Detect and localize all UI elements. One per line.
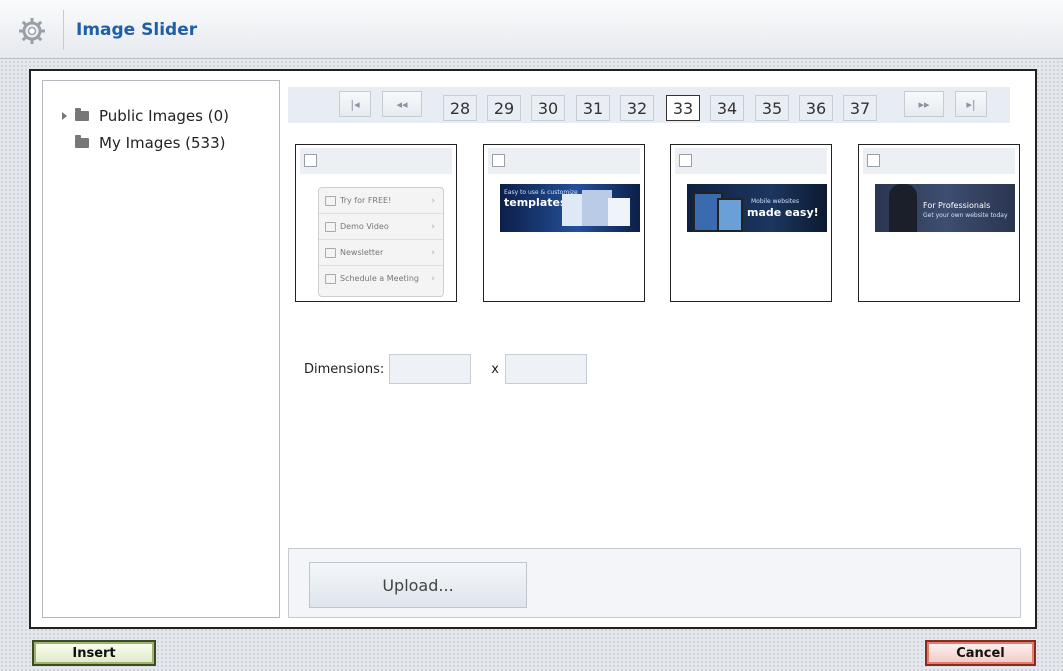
pagination-bar: |◂ ◂◂ 28 29 30 31 32 33 34 35 36 37 ▸▸ ▸… — [288, 87, 1010, 123]
image-thumbnail[interactable]: Try for FREE! › Demo Video › Newsletter › S… — [295, 144, 457, 302]
page-32-button[interactable]: 32 — [620, 95, 654, 121]
phone-graphic — [717, 198, 743, 232]
select-checkbox[interactable] — [679, 154, 692, 167]
first-page-button[interactable]: |◂ — [339, 91, 371, 117]
page-37-button[interactable]: 37 — [843, 95, 877, 121]
thumbnail-header — [675, 148, 827, 174]
window-title: Image Slider — [76, 20, 198, 40]
video-icon — [325, 221, 336, 232]
title-bar: Image Slider — [0, 0, 1063, 59]
gear-icon — [19, 18, 45, 44]
thumbnail-text: For Professionals — [923, 201, 991, 210]
title-separator — [63, 10, 64, 50]
width-input[interactable] — [389, 354, 472, 384]
upload-area: Upload... — [288, 548, 1021, 618]
thumbnail-image: For Professionals Get your own website t… — [875, 184, 1015, 232]
thumbnail-text: Newsletter — [340, 248, 384, 257]
image-thumbnail[interactable]: Mobile websites made easy! — [670, 144, 832, 302]
expand-arrow-icon[interactable] — [62, 112, 67, 120]
folder-icon — [75, 135, 89, 148]
thumbnail-text: Get your own website today — [923, 212, 1008, 219]
next-page-button[interactable]: ▸▸ — [904, 91, 944, 117]
last-page-button[interactable]: ▸| — [955, 91, 987, 117]
thumbnail-text: Try for FREE! — [340, 196, 392, 205]
thumbnail-text: Demo Video — [340, 222, 389, 231]
tree-item-public-images[interactable]: Public Images (0) — [62, 106, 229, 126]
calendar-icon — [325, 273, 336, 284]
dimensions-row: Dimensions: x — [304, 354, 587, 384]
thumbnail-image: Mobile websites made easy! — [687, 184, 827, 232]
height-input[interactable] — [504, 354, 587, 384]
star-icon — [325, 195, 336, 206]
tree-item-label: Public Images (0) — [99, 107, 229, 125]
tree-item-my-images[interactable]: My Images (533) — [75, 133, 225, 153]
page-35-button[interactable]: 35 — [755, 95, 789, 121]
page-34-button[interactable]: 34 — [710, 95, 744, 121]
select-checkbox[interactable] — [304, 154, 317, 167]
folder-tree-panel: Public Images (0) My Images (533) — [42, 80, 280, 618]
page-29-button[interactable]: 29 — [487, 95, 521, 121]
cancel-button[interactable]: Cancel — [925, 640, 1036, 666]
thumbnail-header — [863, 148, 1015, 174]
dimensions-separator: x — [491, 361, 499, 377]
image-slider-dialog: Public Images (0) My Images (533) |◂ ◂◂ … — [29, 69, 1037, 629]
image-thumbnail[interactable]: For Professionals Get your own website t… — [858, 144, 1020, 302]
mail-icon — [325, 247, 336, 258]
previous-page-button[interactable]: ◂◂ — [382, 91, 422, 117]
thumbnail-image: Easy to use & customize templates! — [500, 184, 640, 232]
page-30-button[interactable]: 30 — [531, 95, 565, 121]
page-33-button-current[interactable]: 33 — [666, 95, 700, 121]
select-checkbox[interactable] — [492, 154, 505, 167]
page-31-button[interactable]: 31 — [576, 95, 610, 121]
thumbnail-image: Try for FREE! › Demo Video › Newsletter › S… — [318, 187, 444, 297]
template-preview-graphic — [608, 198, 630, 226]
thumbnail-text: made easy! — [747, 206, 819, 219]
image-thumbnail[interactable]: Easy to use & customize templates! — [483, 144, 645, 302]
page-28-button[interactable]: 28 — [443, 95, 477, 121]
insert-button[interactable]: Insert — [32, 640, 156, 666]
page-36-button[interactable]: 36 — [799, 95, 833, 121]
thumbnail-text: Schedule a Meeting — [340, 274, 420, 283]
thumbnail-text: Mobile websites — [751, 198, 799, 205]
tree-item-label: My Images (533) — [99, 134, 226, 152]
dimensions-label: Dimensions: — [304, 361, 385, 377]
upload-button[interactable]: Upload... — [309, 562, 527, 608]
thumbnail-header — [488, 148, 640, 174]
thumbnail-header — [300, 148, 452, 174]
person-graphic — [889, 184, 917, 232]
select-checkbox[interactable] — [867, 154, 880, 167]
folder-icon — [75, 108, 89, 121]
